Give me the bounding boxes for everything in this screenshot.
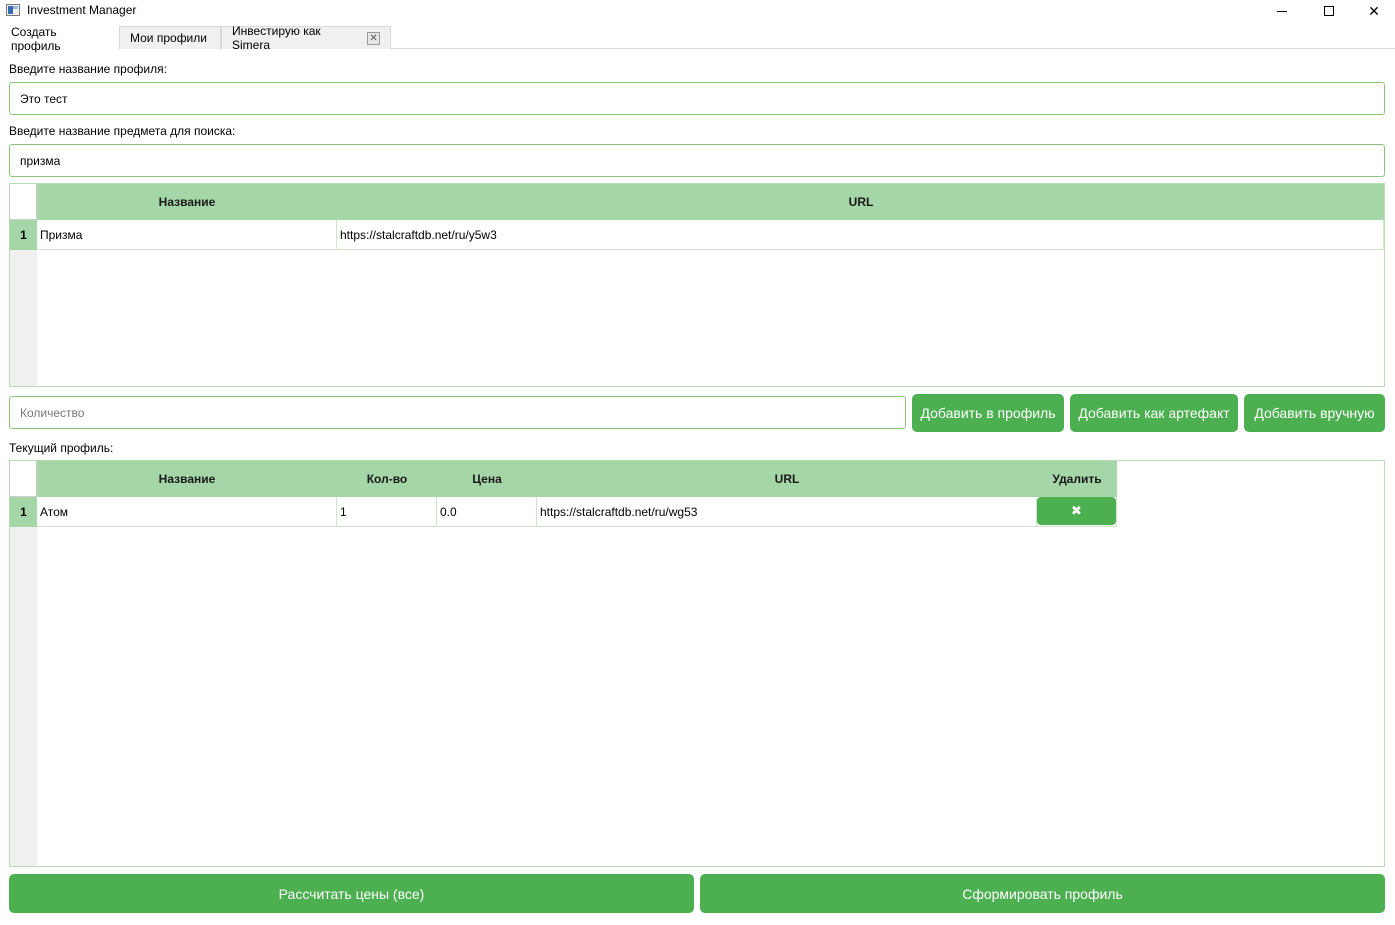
tab-invest-as-simera[interactable]: Инвестирую как Simera ✕ bbox=[221, 24, 391, 52]
table-corner bbox=[10, 461, 37, 497]
app-icon bbox=[6, 4, 20, 16]
column-header-name[interactable]: Название bbox=[37, 184, 337, 220]
row-number[interactable]: 1 bbox=[10, 497, 37, 527]
tab-label: Инвестирую как Simera bbox=[232, 24, 321, 52]
tab-bar: Создать профиль Мои профили Инвестирую к… bbox=[0, 24, 1395, 53]
window-title: Investment Manager bbox=[27, 3, 137, 17]
table-cell-name[interactable]: Атом bbox=[37, 497, 337, 527]
maximize-button[interactable] bbox=[1306, 0, 1352, 22]
calculate-prices-button[interactable]: Рассчитать цены (все) bbox=[9, 874, 694, 913]
column-header-delete[interactable]: Удалить bbox=[1037, 461, 1117, 497]
current-profile-table: Название Кол-во Цена URL Удалить 1 Атом … bbox=[9, 460, 1385, 867]
column-header-url[interactable]: URL bbox=[537, 461, 1037, 497]
minimize-icon bbox=[1277, 10, 1287, 12]
close-button[interactable]: ✕ bbox=[1351, 0, 1395, 22]
search-value: призма bbox=[20, 153, 61, 168]
current-profile-label: Текущий профиль: bbox=[9, 441, 114, 455]
column-header-price[interactable]: Цена bbox=[437, 461, 537, 497]
add-as-artifact-button[interactable]: Добавить как артефакт bbox=[1070, 394, 1238, 432]
form-profile-button[interactable]: Сформировать профиль bbox=[700, 874, 1385, 913]
row-number[interactable]: 1 bbox=[10, 220, 37, 250]
title-bar: Investment Manager ✕ bbox=[0, 0, 1395, 22]
search-input[interactable]: призма bbox=[9, 144, 1385, 177]
column-header-name[interactable]: Название bbox=[37, 461, 337, 497]
table-corner bbox=[10, 184, 37, 220]
tab-label: Мои профили bbox=[130, 31, 207, 45]
quantity-input[interactable]: Количество bbox=[9, 396, 906, 429]
delete-icon: ✖ bbox=[1071, 503, 1082, 518]
minimize-button[interactable] bbox=[1259, 0, 1305, 22]
search-results-table: Название URL 1 Призма https://stalcraftd… bbox=[9, 183, 1385, 387]
add-to-profile-button[interactable]: Добавить в профиль bbox=[912, 394, 1064, 432]
maximize-icon bbox=[1324, 6, 1334, 16]
column-header-url[interactable]: URL bbox=[337, 184, 1384, 220]
table-cell-url[interactable]: https://stalcraftdb.net/ru/wg53 bbox=[537, 497, 1037, 527]
tab-create-profile[interactable]: Создать профиль bbox=[0, 24, 119, 53]
search-label: Введите название предмета для поиска: bbox=[9, 124, 236, 138]
profile-name-value: Это тест bbox=[20, 91, 68, 106]
quantity-placeholder: Количество bbox=[20, 405, 85, 420]
close-icon: ✕ bbox=[1368, 2, 1380, 19]
table-cell-quantity[interactable]: 1 bbox=[337, 497, 437, 527]
profile-name-input[interactable]: Это тест bbox=[9, 82, 1385, 115]
table-cell-delete: ✖ bbox=[1037, 497, 1117, 527]
delete-row-button[interactable]: ✖ bbox=[1037, 497, 1116, 525]
tab-label: Создать профиль bbox=[11, 24, 61, 53]
add-manually-button[interactable]: Добавить вручную bbox=[1244, 394, 1385, 432]
profile-name-label: Введите название профиля: bbox=[9, 62, 167, 76]
table-cell-price[interactable]: 0.0 bbox=[437, 497, 537, 527]
table-cell-url[interactable]: https://stalcraftdb.net/ru/y5w3 bbox=[337, 220, 1384, 250]
tab-my-profiles[interactable]: Мои профили bbox=[119, 26, 221, 49]
column-header-quantity[interactable]: Кол-во bbox=[337, 461, 437, 497]
tab-close-icon[interactable]: ✕ bbox=[367, 31, 380, 45]
table-cell-name[interactable]: Призма bbox=[37, 220, 337, 250]
